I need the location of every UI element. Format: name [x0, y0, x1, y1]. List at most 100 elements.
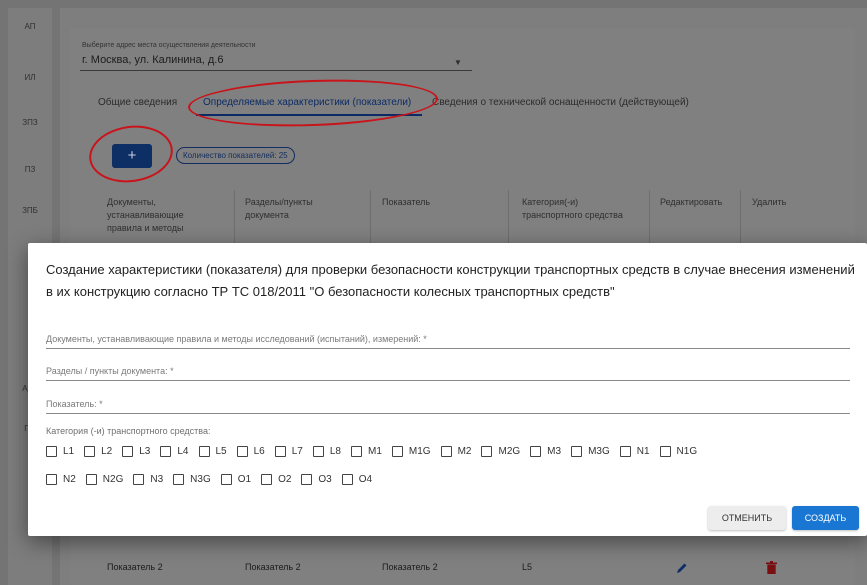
checkbox-label: O2	[278, 474, 292, 485]
category-checkbox-m3[interactable]: M3	[530, 446, 561, 457]
checkbox-box[interactable]	[351, 446, 362, 457]
category-checkbox-l4[interactable]: L4	[160, 446, 189, 457]
checkbox-box[interactable]	[85, 474, 97, 485]
column-divider	[508, 190, 509, 245]
category-checkbox-m1g[interactable]: M1G	[391, 446, 431, 457]
checkbox-box[interactable]	[122, 446, 134, 457]
sidebar-item-pz[interactable]: ПЗ	[8, 165, 52, 174]
documents-field	[46, 329, 850, 349]
checkbox-label: M2	[457, 446, 472, 457]
checkbox-label: M1G	[408, 446, 431, 457]
sidebar-item-ap[interactable]: АП	[8, 22, 52, 31]
category-checkbox-l7[interactable]: L7	[274, 446, 303, 457]
address-label: Выберите адрес места осуществления деяте…	[82, 42, 256, 49]
column-header-edit: Редактировать	[660, 197, 723, 207]
sidebar-item-il[interactable]: ИЛ	[8, 73, 52, 82]
checkbox-box[interactable]	[160, 446, 172, 457]
table-cell-documents: Показатель 2	[107, 562, 163, 572]
category-checkbox-n2g[interactable]: N2G	[85, 474, 123, 485]
column-divider	[370, 190, 371, 245]
checkbox-box[interactable]	[301, 474, 313, 485]
create-indicator-dialog: Создание характеристики (показателя) для…	[28, 243, 867, 536]
category-checkbox-l5[interactable]: L5	[198, 446, 227, 457]
category-checkbox-n3g[interactable]: N3G	[173, 474, 211, 485]
column-header-indicator: Показатель	[382, 197, 431, 207]
pencil-icon[interactable]	[676, 562, 688, 574]
checkbox-label: L3	[139, 446, 151, 457]
checkbox-label: L2	[101, 446, 113, 457]
checkbox-box[interactable]	[659, 446, 671, 457]
trash-icon[interactable]	[766, 561, 777, 574]
checkbox-box[interactable]	[571, 446, 583, 457]
checkbox-box[interactable]	[46, 474, 57, 485]
category-checkbox-o3[interactable]: O3	[301, 474, 332, 485]
category-checkbox-m1[interactable]: M1	[351, 446, 382, 457]
checkbox-label: M3G	[588, 446, 610, 457]
checkbox-box[interactable]	[220, 474, 232, 485]
category-checkbox-l3[interactable]: L3	[122, 446, 150, 457]
checkbox-box[interactable]	[46, 446, 57, 457]
checkbox-box[interactable]	[440, 446, 452, 457]
category-checkbox-row: L1 L2 L3 L4 L5 L6 L7 L8 M1 M1G M2 M2G M3 M3G N1 N1G	[46, 446, 707, 457]
checkbox-label: L1	[63, 446, 75, 457]
documents-input[interactable]	[46, 330, 850, 349]
category-checkbox-o4[interactable]: O4	[341, 474, 373, 485]
category-checkbox-m2g[interactable]: M2G	[481, 446, 520, 457]
checkbox-box[interactable]	[274, 446, 286, 457]
checkbox-box[interactable]	[312, 446, 324, 457]
table-cell-sections: Показатель 2	[245, 562, 301, 572]
table-cell-indicator: Показатель 2	[382, 562, 438, 572]
checkbox-box[interactable]	[133, 474, 145, 485]
category-checkbox-l1[interactable]: L1	[46, 446, 74, 457]
column-header-delete: Удалить	[752, 197, 787, 207]
checkbox-label: N3	[150, 474, 164, 485]
checkbox-box[interactable]	[173, 474, 185, 485]
sidebar-item-zpz[interactable]: ЗПЗ	[8, 118, 52, 127]
category-checkbox-n2[interactable]: N2	[46, 474, 76, 485]
checkbox-label: L7	[291, 446, 303, 457]
column-divider	[740, 190, 741, 245]
checkbox-label: M1	[368, 446, 382, 457]
category-checkbox-n1g[interactable]: N1G	[659, 446, 698, 457]
category-checkbox-m3g[interactable]: M3G	[571, 446, 610, 457]
checkbox-box[interactable]	[198, 446, 210, 457]
category-checkbox-l8[interactable]: L8	[312, 446, 341, 457]
checkbox-box[interactable]	[530, 446, 542, 457]
tab-equipment[interactable]: Сведения о технической оснащенности (дей…	[432, 97, 689, 108]
indicator-input[interactable]	[46, 395, 850, 414]
sidebar-item-zpb[interactable]: ЗПБ	[8, 206, 52, 215]
checkbox-label: N3G	[190, 474, 211, 485]
checkbox-label: N1	[636, 446, 650, 457]
category-checkbox-o2[interactable]: O2	[261, 474, 291, 485]
checkbox-box[interactable]	[84, 446, 96, 457]
chevron-down-icon[interactable]: ▼	[454, 58, 462, 67]
category-checkbox-l2[interactable]: L2	[84, 446, 112, 457]
cancel-button[interactable]: ОТМЕНИТЬ	[708, 506, 786, 530]
table-cell-category: L5	[522, 562, 533, 572]
checkbox-label: N1G	[676, 446, 698, 457]
create-button[interactable]: СОЗДАТЬ	[792, 506, 859, 530]
category-label: Категория (-и) транспортного средства:	[46, 426, 211, 436]
category-checkbox-n3[interactable]: N3	[133, 474, 163, 485]
dialog-title: Создание характеристики (показателя) для…	[46, 262, 855, 299]
checkbox-label: O4	[358, 474, 373, 485]
address-select[interactable]: г. Москва, ул. Калинина, д.6	[82, 54, 223, 66]
category-checkbox-m2[interactable]: M2	[440, 446, 472, 457]
category-checkbox-row: N2 N2G N3 N3G O1 O2 O3 O4	[46, 474, 382, 485]
category-checkbox-n1[interactable]: N1	[619, 446, 650, 457]
checkbox-label: O3	[318, 474, 332, 485]
tab-general[interactable]: Общие сведения	[98, 97, 177, 108]
checkbox-box[interactable]	[481, 446, 493, 457]
category-checkbox-l6[interactable]: L6	[236, 446, 265, 457]
column-header-category: Категория(-и) транспортного средства	[522, 197, 623, 220]
checkbox-box[interactable]	[391, 446, 403, 457]
checkbox-label: M2G	[498, 446, 521, 457]
checkbox-box[interactable]	[341, 474, 353, 485]
category-checkbox-o1[interactable]: O1	[220, 474, 251, 485]
sections-input[interactable]	[46, 362, 850, 381]
checkbox-label: L8	[329, 446, 341, 457]
checkbox-box[interactable]	[261, 474, 273, 485]
checkbox-box[interactable]	[619, 446, 631, 457]
column-divider	[234, 190, 235, 245]
checkbox-box[interactable]	[236, 446, 248, 457]
